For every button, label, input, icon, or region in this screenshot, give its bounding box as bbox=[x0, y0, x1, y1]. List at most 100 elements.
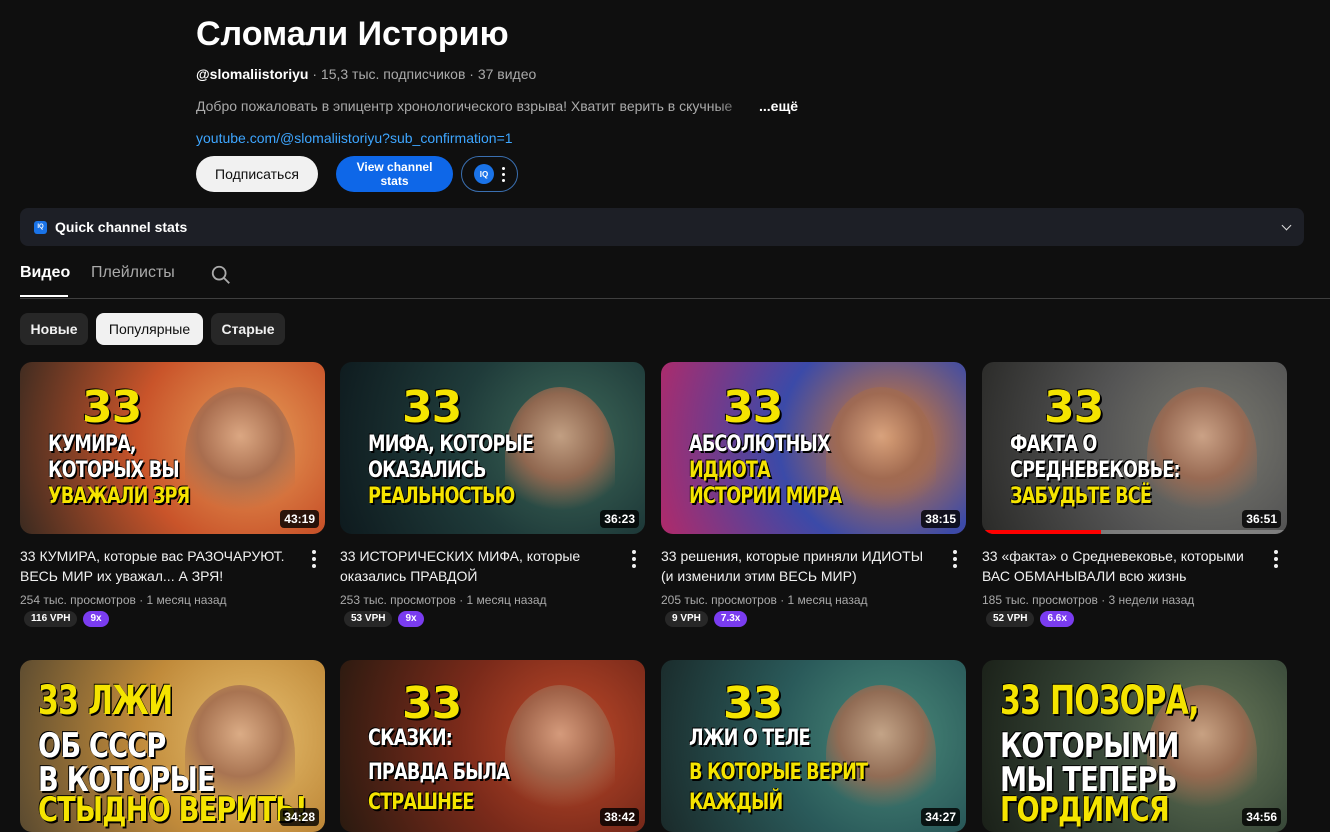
video-card[interactable]: 33 ЛЖИ ОБ СССР В КОТОРЫЕ СТЫДНО ВЕРИТЬ! 34:2… bbox=[20, 660, 325, 832]
vph-badge: 53 VPH bbox=[344, 611, 393, 627]
thumbnail-caption-line: КУМИРА, bbox=[48, 432, 137, 457]
tab-active-indicator bbox=[20, 295, 68, 297]
description-text: Добро пожаловать в эпицентр хронологичес… bbox=[196, 98, 733, 114]
video-title[interactable]: 33 КУМИРА, которые вас РАЗОЧАРУЮТ. ВЕСЬ … bbox=[20, 546, 290, 586]
video-duration: 34:27 bbox=[921, 808, 960, 826]
video-thumbnail[interactable]: 33 ФАКТА О СРЕДНЕВЕКОВЬЕ: ЗАБУДЬТЕ ВСЁ 36:51 bbox=[982, 362, 1287, 534]
thumbnail-headline: 33 ПОЗОРА, bbox=[1000, 678, 1199, 724]
channel-stats: · 15,3 тыс. подписчиков · 37 видео bbox=[308, 66, 537, 82]
video-title[interactable]: 33 ИСТОРИЧЕСКИХ МИФА, которые оказались … bbox=[340, 546, 610, 586]
video-duration: 43:19 bbox=[280, 510, 319, 528]
video-meta: 253 тыс. просмотров · 1 месяц назад bbox=[340, 593, 547, 607]
description-more-link[interactable]: ...ещё bbox=[759, 98, 798, 114]
channel-link[interactable]: youtube.com/@slomaliistoriyu?sub_confirm… bbox=[196, 130, 1296, 150]
vph-badge: 9 VPH bbox=[665, 611, 708, 627]
iq-extension-button[interactable]: IQ bbox=[461, 156, 518, 192]
video-card[interactable]: 33 КУМИРА, КОТОРЫХ ВЫ УВАЖАЛИ ЗРЯ 43:19 33 КУ… bbox=[20, 362, 325, 627]
thumbnail-caption-line: ГОРДИМСЯ bbox=[1000, 790, 1170, 830]
more-vert-icon bbox=[502, 166, 505, 182]
thumbnail-caption-line: ФАКТА О bbox=[1010, 432, 1097, 457]
outlier-multiplier-badge: 9x bbox=[83, 611, 109, 627]
quick-channel-stats-label: Quick channel stats bbox=[55, 219, 188, 235]
thumbnail-caption-line: СКАЗКИ: bbox=[368, 726, 453, 751]
video-thumbnail[interactable]: 33 МИФА, КОТОРЫЕ ОКАЗАЛИСЬ РЕАЛЬНОСТЬЮ 36:23 bbox=[340, 362, 645, 534]
thumbnail-caption-line: ОКАЗАЛИСЬ bbox=[368, 458, 486, 483]
video-thumbnail[interactable]: 33 ПОЗОРА, КОТОРЫМИ МЫ ТЕПЕРЬ ГОРДИМСЯ 34:56 bbox=[982, 660, 1287, 832]
video-duration: 38:15 bbox=[921, 510, 960, 528]
quick-channel-stats-panel[interactable]: IQ Quick channel stats bbox=[20, 208, 1304, 246]
thumbnail-caption-line: ЗАБУДЬТЕ ВСЁ bbox=[1010, 484, 1152, 509]
subscribe-button[interactable]: Подписаться bbox=[196, 156, 318, 192]
sort-chips: Новые Популярные Старые bbox=[20, 313, 285, 345]
video-card[interactable]: 33 МИФА, КОТОРЫЕ ОКАЗАЛИСЬ РЕАЛЬНОСТЬЮ 36:23… bbox=[340, 362, 645, 627]
thumbnail-caption-line: ИДИОТА bbox=[689, 458, 771, 483]
thumbnail-headline: 33 ЛЖИ bbox=[38, 678, 173, 724]
thumbnail-headline: 33 bbox=[1044, 382, 1104, 433]
thumbnail-figure bbox=[826, 387, 936, 527]
iq-icon: IQ bbox=[474, 164, 494, 184]
chip-oldest[interactable]: Старые bbox=[211, 313, 285, 345]
thumbnail-caption-line: ПРАВДА БЫЛА bbox=[368, 760, 510, 785]
video-duration: 38:42 bbox=[600, 808, 639, 826]
video-card[interactable]: 33 СКАЗКИ: ПРАВДА БЫЛА СТРАШНЕЕ 38:42 bbox=[340, 660, 645, 832]
thumbnail-figure bbox=[826, 685, 936, 825]
video-thumbnail[interactable]: 33 СКАЗКИ: ПРАВДА БЫЛА СТРАШНЕЕ 38:42 bbox=[340, 660, 645, 832]
thumbnail-headline: 33 bbox=[723, 678, 783, 729]
channel-tabs: Видео Плейлисты bbox=[20, 262, 1330, 299]
video-thumbnail[interactable]: 33 КУМИРА, КОТОРЫХ ВЫ УВАЖАЛИ ЗРЯ 43:19 bbox=[20, 362, 325, 534]
outlier-multiplier-badge: 6.6x bbox=[1040, 611, 1074, 627]
video-stat-badges: 116 VPH 9x bbox=[24, 611, 109, 627]
thumbnail-headline: 33 bbox=[402, 678, 462, 729]
video-title[interactable]: 33 «факта» о Средневековье, которыми ВАС… bbox=[982, 546, 1252, 586]
thumbnail-caption-line: ИСТОРИИ МИРА bbox=[689, 484, 842, 509]
chip-popular[interactable]: Популярные bbox=[96, 313, 203, 345]
video-meta: 185 тыс. просмотров · 3 недели назад bbox=[982, 593, 1195, 607]
video-card[interactable]: 33 ЛЖИ О ТЕЛЕ В КОТОРЫЕ ВЕРИТ КАЖДЫЙ 34:27 bbox=[661, 660, 966, 832]
channel-header: Сломали Историю @slomaliistoriyu · 15,3 … bbox=[196, 14, 1296, 150]
more-vert-icon[interactable] bbox=[632, 550, 636, 568]
video-stat-badges: 9 VPH 7.3x bbox=[665, 611, 748, 627]
video-duration: 34:56 bbox=[1242, 808, 1281, 826]
vph-badge: 116 VPH bbox=[24, 611, 78, 627]
more-vert-icon[interactable] bbox=[1274, 550, 1278, 568]
tab-videos[interactable]: Видео bbox=[20, 264, 71, 297]
video-card[interactable]: 33 АБСОЛЮТНЫХ ИДИОТА ИСТОРИИ МИРА 38:15 33 ре… bbox=[661, 362, 966, 627]
thumbnail-headline: 33 bbox=[723, 382, 783, 433]
outlier-multiplier-badge: 7.3x bbox=[713, 611, 748, 627]
search-icon[interactable] bbox=[210, 264, 232, 286]
thumbnail-headline: 33 bbox=[402, 382, 462, 433]
chevron-down-icon[interactable] bbox=[1281, 220, 1292, 231]
more-vert-icon[interactable] bbox=[312, 550, 316, 568]
video-stat-badges: 53 VPH 9x bbox=[344, 611, 424, 627]
video-card[interactable]: 33 ПОЗОРА, КОТОРЫМИ МЫ ТЕПЕРЬ ГОРДИМСЯ 34:56 bbox=[982, 660, 1287, 832]
channel-handle: @slomaliistoriyu bbox=[196, 66, 309, 82]
channel-title: Сломали Историю bbox=[196, 15, 509, 53]
thumbnail-caption-line: СТЫДНО ВЕРИТЬ! bbox=[38, 790, 308, 830]
thumbnail-figure bbox=[505, 685, 615, 825]
more-vert-icon[interactable] bbox=[953, 550, 957, 568]
chip-newest[interactable]: Новые bbox=[20, 313, 88, 345]
thumbnail-figure bbox=[185, 387, 295, 527]
video-duration: 36:51 bbox=[1242, 510, 1281, 528]
video-title[interactable]: 33 решения, которые приняли ИДИОТЫ (и из… bbox=[661, 546, 931, 586]
thumbnail-caption-line: РЕАЛЬНОСТЬЮ bbox=[368, 484, 515, 509]
video-stat-badges: 52 VPH 6.6x bbox=[986, 611, 1074, 627]
thumbnail-caption-line: МИФА, КОТОРЫЕ bbox=[368, 432, 534, 457]
thumbnail-headline: 33 bbox=[82, 382, 142, 433]
video-duration: 34:28 bbox=[280, 808, 319, 826]
video-meta: 254 тыс. просмотров · 1 месяц назад bbox=[20, 593, 227, 607]
video-card[interactable]: 33 ФАКТА О СРЕДНЕВЕКОВЬЕ: ЗАБУДЬТЕ ВСЁ 36:51… bbox=[982, 362, 1287, 627]
channel-meta: @slomaliistoriyu · 15,3 тыс. подписчиков… bbox=[196, 66, 1296, 86]
video-thumbnail[interactable]: 33 АБСОЛЮТНЫХ ИДИОТА ИСТОРИИ МИРА 38:15 bbox=[661, 362, 966, 534]
view-channel-stats-button[interactable]: View channel stats bbox=[336, 156, 453, 192]
tab-videos-label: Видео bbox=[20, 264, 71, 281]
thumbnail-caption-line: КОТОРЫХ ВЫ bbox=[48, 458, 180, 483]
thumbnail-figure bbox=[1147, 387, 1257, 527]
thumbnail-caption-line: СРЕДНЕВЕКОВЬЕ: bbox=[1010, 458, 1181, 483]
video-thumbnail[interactable]: 33 ЛЖИ ОБ СССР В КОТОРЫЕ СТЫДНО ВЕРИТЬ! 34:2… bbox=[20, 660, 325, 832]
video-thumbnail[interactable]: 33 ЛЖИ О ТЕЛЕ В КОТОРЫЕ ВЕРИТ КАЖДЫЙ 34:27 bbox=[661, 660, 966, 832]
tab-playlists[interactable]: Плейлисты bbox=[91, 264, 175, 282]
video-duration: 36:23 bbox=[600, 510, 639, 528]
channel-description[interactable]: Добро пожаловать в эпицентр хронологичес… bbox=[196, 98, 816, 118]
watch-progress-bar bbox=[982, 530, 1101, 534]
